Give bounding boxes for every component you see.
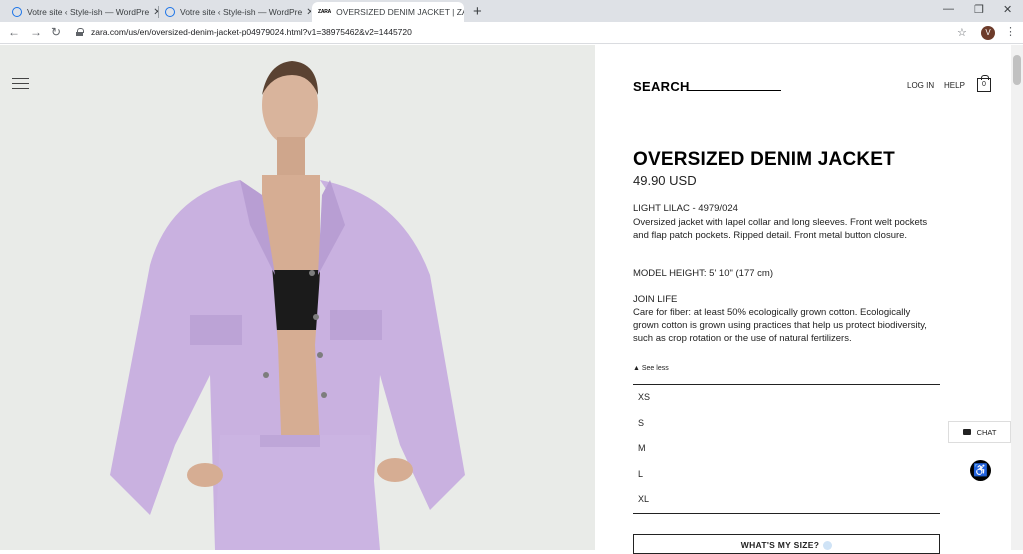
help-link[interactable]: HELP (944, 81, 965, 90)
chat-button[interactable]: CHAT (948, 421, 1011, 443)
address-bar: ← → ↻ zara.com/us/en/oversized-denim-jac… (0, 22, 1023, 44)
browser-tab-3-active[interactable]: ZARA OVERSIZED DENIM JACKET | ZAR ✕ (312, 2, 464, 22)
page-scrollbar[interactable] (1011, 45, 1023, 550)
model-height: MODEL HEIGHT: 5' 10" (177 cm) (633, 268, 773, 279)
whats-my-size-label: WHAT'S MY SIZE? (740, 540, 820, 550)
size-option-xl[interactable]: XL (638, 494, 649, 504)
back-arrow-icon[interactable]: ← (8, 25, 20, 39)
size-option-xs[interactable]: XS (638, 392, 650, 402)
wordpress-icon (12, 7, 22, 17)
reload-icon[interactable]: ↻ (51, 25, 61, 39)
see-less-label: See less (641, 365, 669, 372)
divider (633, 513, 940, 514)
whats-my-size-button[interactable]: WHAT'S MY SIZE? (633, 534, 940, 554)
window-close-icon[interactable]: ✕ (1003, 3, 1012, 16)
menu-kebab-icon[interactable]: ⋮ (1005, 25, 1016, 38)
login-link[interactable]: LOG IN (907, 81, 934, 90)
product-description: Oversized jacket with lapel collar and l… (633, 217, 928, 241)
profile-avatar[interactable]: V (981, 26, 995, 40)
product-title: OVERSIZED DENIM JACKET (633, 149, 895, 170)
join-life-title: JOIN LIFE (633, 294, 678, 305)
product-info-panel: SEARCH LOG IN HELP 0 OVERSIZED DENIM JAC… (595, 45, 1011, 554)
product-page: SEARCH LOG IN HELP 0 OVERSIZED DENIM JAC… (0, 45, 1023, 554)
chat-label: CHAT (976, 427, 997, 437)
restore-icon[interactable]: ❐ (974, 3, 984, 16)
close-icon[interactable]: ✕ (302, 7, 311, 18)
shopping-bag-icon[interactable]: 0 (977, 75, 991, 92)
size-option-m[interactable]: M (638, 443, 646, 453)
url-text: zara.com/us/en/oversized-denim-jacket-p0… (91, 27, 412, 37)
wordpress-icon (165, 7, 175, 17)
scrollbar-thumb[interactable] (1013, 55, 1021, 85)
person-icon (823, 541, 833, 551)
zara-favicon-icon: ZARA (318, 9, 332, 15)
accessibility-icon[interactable]: ♿ (970, 460, 991, 481)
bookmark-star-icon[interactable]: ☆ (957, 26, 967, 39)
chat-bubble-icon (962, 429, 971, 435)
product-price: 49.90 USD (633, 173, 697, 188)
forward-arrow-icon[interactable]: → (30, 25, 42, 39)
tab-title: Votre site ‹ Style-ish — WordPre (27, 7, 150, 17)
tab-title: OVERSIZED DENIM JACKET | ZAR (336, 7, 464, 17)
model-illustration (110, 61, 465, 550)
size-option-l[interactable]: L (638, 469, 643, 479)
tab-title: Votre site ‹ Style-ish — WordPre (180, 7, 303, 17)
new-tab-button[interactable]: + (473, 3, 482, 20)
browser-tab-1[interactable]: Votre site ‹ Style-ish — WordPre ✕ (6, 2, 158, 22)
browser-tab-2[interactable]: Votre site ‹ Style-ish — WordPre ✕ (159, 2, 311, 22)
see-less-link[interactable]: ▲ See less (633, 365, 669, 372)
size-option-s[interactable]: S (638, 418, 644, 428)
divider (633, 384, 940, 385)
url-field[interactable]: zara.com/us/en/oversized-denim-jacket-p0… (76, 27, 412, 37)
close-icon[interactable]: ✕ (149, 7, 158, 18)
minimize-icon[interactable]: — (943, 3, 954, 15)
color-reference: LIGHT LILAC - 4979/024 (633, 203, 738, 214)
search-input[interactable] (688, 90, 781, 91)
browser-tabbar: Votre site ‹ Style-ish — WordPre ✕ Votre… (0, 0, 1023, 22)
product-photo[interactable] (0, 45, 595, 550)
search-label[interactable]: SEARCH (633, 79, 690, 94)
join-life-text: Care for fiber: at least 50% ecologicall… (633, 307, 927, 344)
lock-icon (76, 28, 84, 36)
